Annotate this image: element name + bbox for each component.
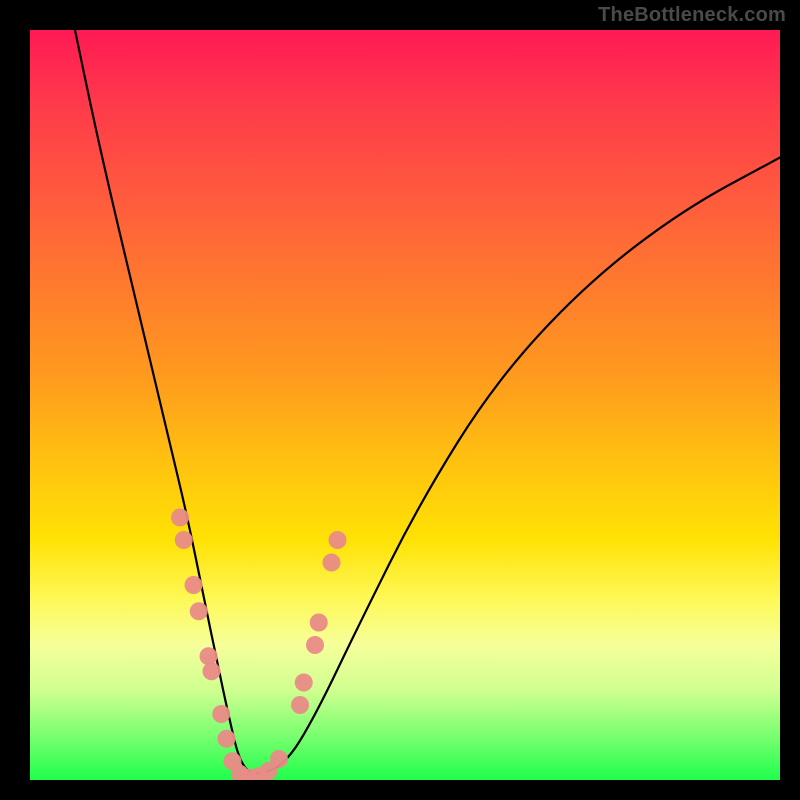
data-marker bbox=[171, 509, 189, 527]
data-marker bbox=[212, 705, 230, 723]
plot-area bbox=[30, 30, 780, 780]
data-marker bbox=[190, 602, 208, 620]
data-marker bbox=[231, 765, 249, 780]
data-marker bbox=[175, 531, 193, 549]
data-marker bbox=[203, 662, 221, 680]
data-marker bbox=[291, 696, 309, 714]
data-marker bbox=[295, 674, 313, 692]
data-marker bbox=[306, 636, 324, 654]
data-marker bbox=[310, 614, 328, 632]
data-marker bbox=[224, 752, 242, 770]
bottleneck-curve bbox=[75, 30, 780, 773]
data-marker bbox=[240, 769, 258, 780]
data-marker bbox=[323, 554, 341, 572]
data-marker bbox=[185, 576, 203, 594]
data-marker bbox=[218, 730, 236, 748]
curve-layer bbox=[30, 30, 780, 780]
data-marker bbox=[329, 531, 347, 549]
data-marker bbox=[260, 762, 278, 780]
data-marker bbox=[270, 750, 288, 768]
watermark-text: TheBottleneck.com bbox=[598, 4, 786, 27]
chart-stage: TheBottleneck.com bbox=[0, 0, 800, 800]
data-marker bbox=[200, 647, 218, 665]
data-marker bbox=[250, 767, 268, 780]
marker-group bbox=[171, 509, 347, 781]
